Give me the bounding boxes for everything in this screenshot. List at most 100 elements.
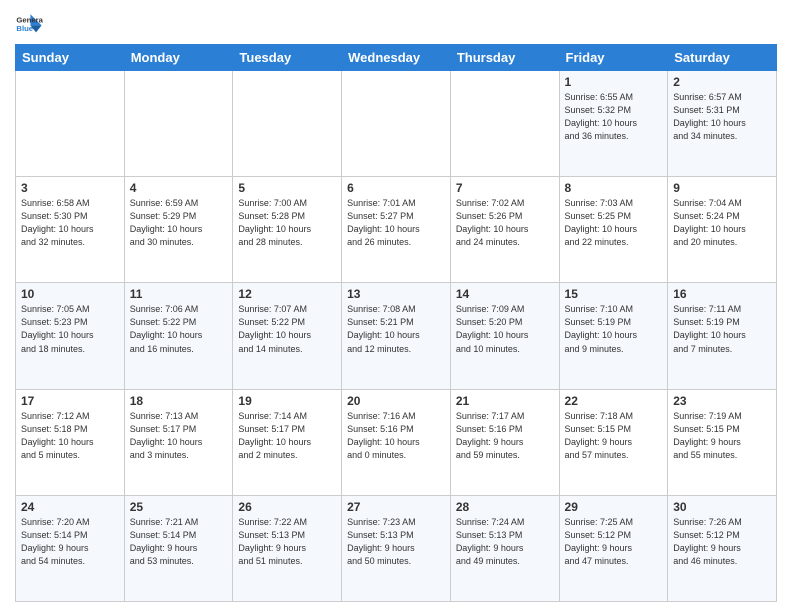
calendar-day-cell: 6 Sunrise: 7:01 AM Sunset: 5:27 PM Daylig… [342,177,451,283]
day-number: 5 [238,181,336,195]
day-info: Sunrise: 6:57 AM Sunset: 5:31 PM Dayligh… [673,91,771,143]
day-info: Sunrise: 7:00 AM Sunset: 5:28 PM Dayligh… [238,197,336,249]
day-info: Sunrise: 7:23 AM Sunset: 5:13 PM Dayligh… [347,516,445,568]
day-number: 10 [21,287,119,301]
day-number: 16 [673,287,771,301]
calendar-week-row: 3 Sunrise: 6:58 AM Sunset: 5:30 PM Daylig… [16,177,777,283]
calendar-day-cell [233,71,342,177]
calendar-day-cell: 15 Sunrise: 7:10 AM Sunset: 5:19 PM Dayli… [559,283,668,389]
day-info: Sunrise: 7:21 AM Sunset: 5:14 PM Dayligh… [130,516,228,568]
day-info: Sunrise: 7:03 AM Sunset: 5:25 PM Dayligh… [565,197,663,249]
svg-text:Blue: Blue [16,24,33,33]
page: General Blue SundayMondayTuesdayWednesda… [0,0,792,612]
day-info: Sunrise: 7:07 AM Sunset: 5:22 PM Dayligh… [238,303,336,355]
day-number: 26 [238,500,336,514]
calendar-week-row: 17Sunrise: 7:12 AM Sunset: 5:18 PM Dayli… [16,389,777,495]
calendar-day-cell: 24 Sunrise: 7:20 AM Sunset: 5:14 PM Dayli… [16,495,125,601]
day-info: Sunrise: 6:55 AM Sunset: 5:32 PM Dayligh… [565,91,663,143]
calendar-day-cell: 7 Sunrise: 7:02 AM Sunset: 5:26 PM Daylig… [450,177,559,283]
day-info: Sunrise: 7:17 AM Sunset: 5:16 PM Dayligh… [456,410,554,462]
calendar-day-header: Sunday [16,45,125,71]
calendar-day-cell: 26 Sunrise: 7:22 AM Sunset: 5:13 PM Dayli… [233,495,342,601]
day-info: Sunrise: 7:02 AM Sunset: 5:26 PM Dayligh… [456,197,554,249]
day-number: 13 [347,287,445,301]
day-info: Sunrise: 7:05 AM Sunset: 5:23 PM Dayligh… [21,303,119,355]
calendar-day-cell [342,71,451,177]
calendar-day-cell: 8 Sunrise: 7:03 AM Sunset: 5:25 PM Daylig… [559,177,668,283]
calendar-day-cell: 4 Sunrise: 6:59 AM Sunset: 5:29 PM Daylig… [124,177,233,283]
day-number: 29 [565,500,663,514]
day-number: 11 [130,287,228,301]
logo: General Blue [15,10,43,38]
day-number: 1 [565,75,663,89]
calendar-day-header: Friday [559,45,668,71]
day-info: Sunrise: 7:04 AM Sunset: 5:24 PM Dayligh… [673,197,771,249]
svg-text:General: General [16,16,43,25]
day-info: Sunrise: 7:08 AM Sunset: 5:21 PM Dayligh… [347,303,445,355]
calendar-day-header: Wednesday [342,45,451,71]
day-number: 3 [21,181,119,195]
calendar-day-header: Thursday [450,45,559,71]
day-info: Sunrise: 7:13 AM Sunset: 5:17 PM Dayligh… [130,410,228,462]
day-number: 4 [130,181,228,195]
day-info: Sunrise: 7:06 AM Sunset: 5:22 PM Dayligh… [130,303,228,355]
day-info: Sunrise: 7:26 AM Sunset: 5:12 PM Dayligh… [673,516,771,568]
day-number: 14 [456,287,554,301]
day-info: Sunrise: 6:58 AM Sunset: 5:30 PM Dayligh… [21,197,119,249]
calendar-day-cell: 13 Sunrise: 7:08 AM Sunset: 5:21 PM Dayli… [342,283,451,389]
calendar-day-cell: 27 Sunrise: 7:23 AM Sunset: 5:13 PM Dayli… [342,495,451,601]
day-number: 23 [673,394,771,408]
calendar-day-cell: 9Sunrise: 7:04 AM Sunset: 5:24 PM Daylig… [668,177,777,283]
day-number: 22 [565,394,663,408]
day-info: Sunrise: 7:19 AM Sunset: 5:15 PM Dayligh… [673,410,771,462]
day-number: 7 [456,181,554,195]
calendar-day-cell: 2 Sunrise: 6:57 AM Sunset: 5:31 PM Daylig… [668,71,777,177]
day-number: 25 [130,500,228,514]
calendar-day-cell: 29 Sunrise: 7:25 AM Sunset: 5:12 PM Dayli… [559,495,668,601]
logo-icon: General Blue [15,10,43,38]
day-number: 2 [673,75,771,89]
day-info: Sunrise: 7:10 AM Sunset: 5:19 PM Dayligh… [565,303,663,355]
day-number: 15 [565,287,663,301]
calendar-header-row: SundayMondayTuesdayWednesdayThursdayFrid… [16,45,777,71]
calendar-day-cell [450,71,559,177]
day-number: 8 [565,181,663,195]
calendar-day-cell: 23 Sunrise: 7:19 AM Sunset: 5:15 PM Dayli… [668,389,777,495]
day-number: 20 [347,394,445,408]
calendar-day-cell: 17Sunrise: 7:12 AM Sunset: 5:18 PM Dayli… [16,389,125,495]
day-number: 6 [347,181,445,195]
day-number: 24 [21,500,119,514]
header: General Blue [15,10,777,38]
calendar-week-row: 24 Sunrise: 7:20 AM Sunset: 5:14 PM Dayli… [16,495,777,601]
day-info: Sunrise: 7:01 AM Sunset: 5:27 PM Dayligh… [347,197,445,249]
day-info: Sunrise: 6:59 AM Sunset: 5:29 PM Dayligh… [130,197,228,249]
day-number: 19 [238,394,336,408]
calendar-day-cell [124,71,233,177]
day-info: Sunrise: 7:25 AM Sunset: 5:12 PM Dayligh… [565,516,663,568]
calendar-day-cell: 3 Sunrise: 6:58 AM Sunset: 5:30 PM Daylig… [16,177,125,283]
calendar-day-header: Tuesday [233,45,342,71]
calendar-day-cell: 1 Sunrise: 6:55 AM Sunset: 5:32 PM Daylig… [559,71,668,177]
calendar-week-row: 10 Sunrise: 7:05 AM Sunset: 5:23 PM Dayli… [16,283,777,389]
day-info: Sunrise: 7:11 AM Sunset: 5:19 PM Dayligh… [673,303,771,355]
day-info: Sunrise: 7:24 AM Sunset: 5:13 PM Dayligh… [456,516,554,568]
calendar-day-cell [16,71,125,177]
calendar-day-cell: 28Sunrise: 7:24 AM Sunset: 5:13 PM Dayli… [450,495,559,601]
calendar-day-cell: 25 Sunrise: 7:21 AM Sunset: 5:14 PM Dayli… [124,495,233,601]
calendar-day-cell: 21Sunrise: 7:17 AM Sunset: 5:16 PM Dayli… [450,389,559,495]
day-info: Sunrise: 7:18 AM Sunset: 5:15 PM Dayligh… [565,410,663,462]
day-info: Sunrise: 7:09 AM Sunset: 5:20 PM Dayligh… [456,303,554,355]
calendar-day-header: Saturday [668,45,777,71]
calendar-day-cell: 5 Sunrise: 7:00 AM Sunset: 5:28 PM Daylig… [233,177,342,283]
day-info: Sunrise: 7:20 AM Sunset: 5:14 PM Dayligh… [21,516,119,568]
day-number: 30 [673,500,771,514]
calendar-day-cell: 30 Sunrise: 7:26 AM Sunset: 5:12 PM Dayli… [668,495,777,601]
day-info: Sunrise: 7:22 AM Sunset: 5:13 PM Dayligh… [238,516,336,568]
calendar-day-cell: 22 Sunrise: 7:18 AM Sunset: 5:15 PM Dayli… [559,389,668,495]
day-number: 27 [347,500,445,514]
calendar-day-cell: 12Sunrise: 7:07 AM Sunset: 5:22 PM Dayli… [233,283,342,389]
day-info: Sunrise: 7:14 AM Sunset: 5:17 PM Dayligh… [238,410,336,462]
calendar-table: SundayMondayTuesdayWednesdayThursdayFrid… [15,44,777,602]
day-number: 18 [130,394,228,408]
day-info: Sunrise: 7:12 AM Sunset: 5:18 PM Dayligh… [21,410,119,462]
